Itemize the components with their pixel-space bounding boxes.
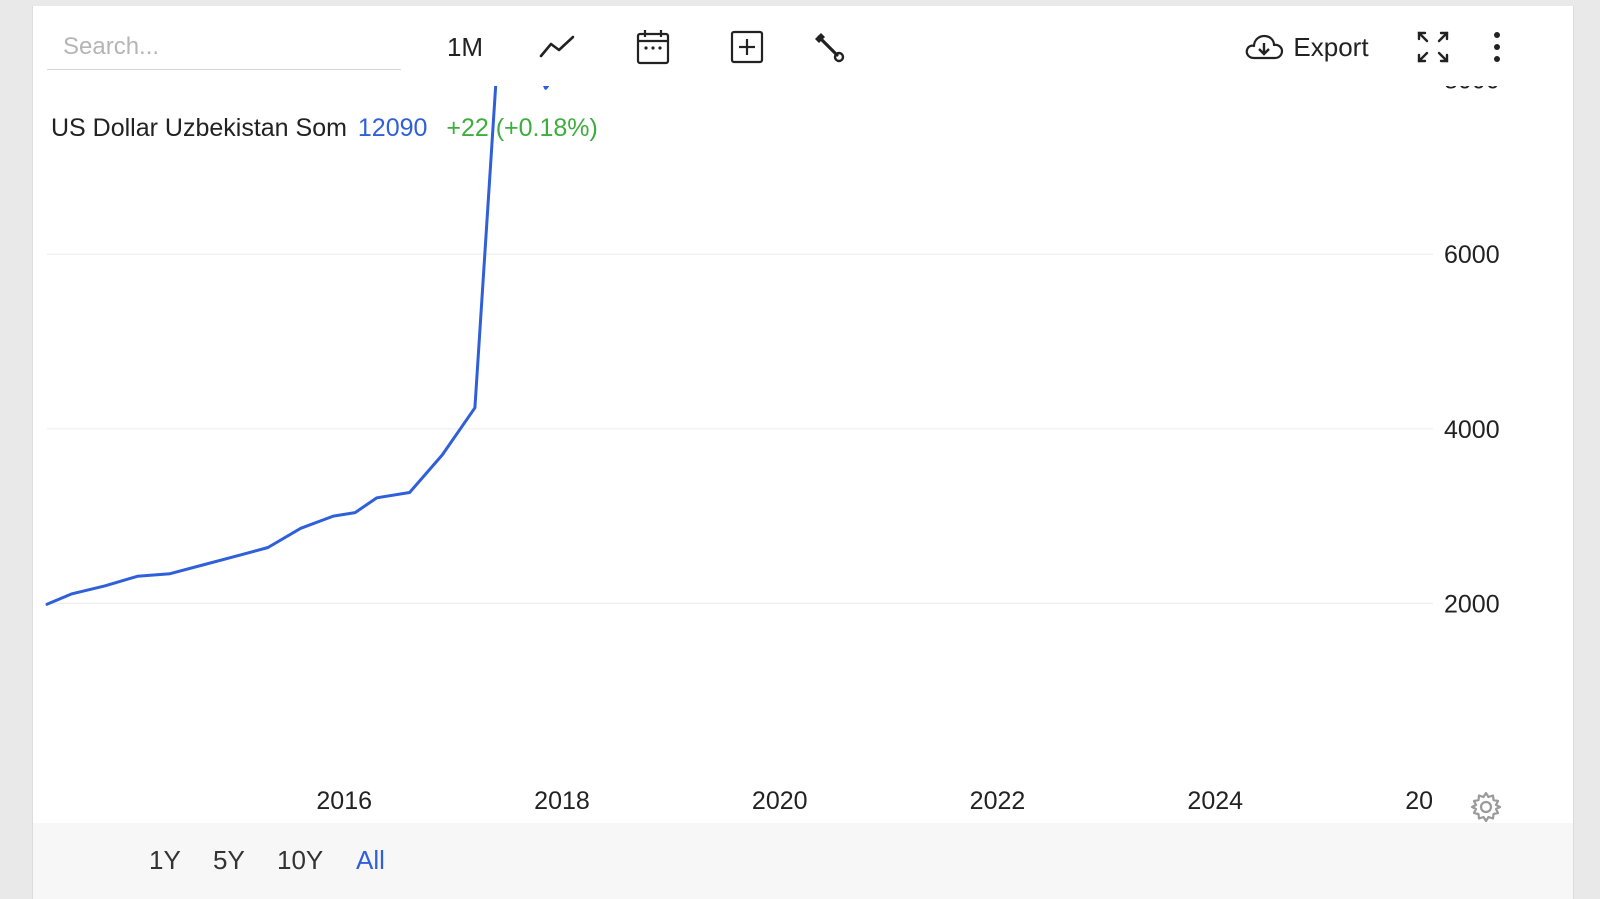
search-input[interactable] [47, 24, 401, 70]
more-options-button[interactable] [1479, 22, 1515, 72]
add-indicator-button[interactable] [723, 22, 771, 72]
range-all-button[interactable]: All [356, 845, 385, 876]
x-tick-label-2018: 2018 [534, 787, 590, 815]
export-label: Export [1293, 31, 1369, 62]
x-tick-label-2016: 2016 [316, 787, 372, 815]
line-chart-icon [539, 35, 575, 58]
current-price: 12090 [357, 114, 428, 142]
instrument-name: US Dollar Uzbekistan Som [51, 114, 347, 142]
export-button[interactable]: Export [1243, 22, 1369, 72]
chart-area: 2000400060008000100001400020162018202020… [33, 86, 1573, 819]
calendar-icon [636, 30, 670, 65]
chart-panel: 1M [32, 6, 1574, 899]
chart-header: US Dollar Uzbekistan Som 12090 +22 (+0.1… [51, 114, 598, 143]
date-range-button[interactable] [629, 22, 677, 72]
kebab-menu-icon [1494, 32, 1500, 62]
fullscreen-icon [1417, 31, 1449, 63]
tools-button[interactable] [805, 22, 853, 72]
cloud-download-icon [1246, 34, 1284, 60]
price-chart[interactable]: 2000400060008000100001400020162018202020… [33, 86, 1573, 819]
range-selector: 1Y 5Y 10Y All [33, 823, 1573, 899]
range-10y-button[interactable]: 10Y [277, 845, 323, 876]
x-tick-label-2022: 2022 [970, 787, 1026, 815]
range-5y-button[interactable]: 5Y [213, 845, 245, 876]
x-axis-clip [1433, 766, 1573, 819]
chart-type-button[interactable] [533, 22, 581, 72]
gear-icon [1470, 791, 1502, 823]
x-tick-label-2020: 2020 [752, 787, 808, 815]
plus-square-icon [730, 30, 764, 64]
range-1y-button[interactable]: 1Y [149, 845, 181, 876]
y-tick-label-6000: 6000 [1444, 241, 1500, 269]
x-tick-label-2024: 2024 [1187, 787, 1243, 815]
price-change: +22 (+0.18%) [446, 114, 598, 142]
y-tick-label-8000: 8000 [1444, 86, 1500, 95]
price-series-line [45, 86, 550, 606]
y-tick-label-2000: 2000 [1444, 590, 1500, 618]
wrench-icon [815, 33, 845, 63]
interval-button[interactable]: 1M [437, 22, 493, 72]
toolbar: 1M [33, 6, 1573, 86]
y-tick-label-4000: 4000 [1444, 416, 1500, 444]
fullscreen-button[interactable] [1411, 22, 1455, 72]
